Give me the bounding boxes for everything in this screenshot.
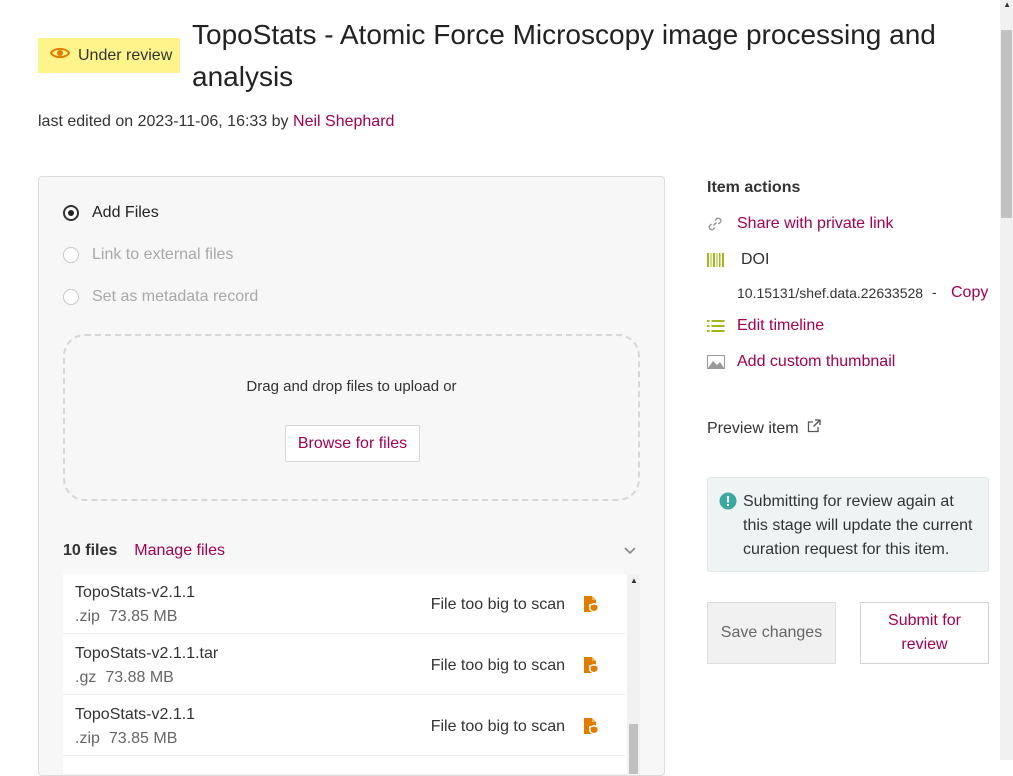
file-scan-status: File too big to scan — [430, 657, 565, 674]
status-text: Under review — [78, 46, 173, 64]
file-shield-icon — [582, 717, 600, 740]
file-size: 73.88 MB — [105, 669, 174, 686]
radio-metadata-record — [63, 289, 79, 305]
add-thumbnail-action[interactable]: Add custom thumbnail — [707, 353, 895, 371]
file-scan-status: File too big to scan — [430, 718, 565, 735]
files-header: 10 files Manage files — [63, 539, 636, 563]
option-metadata-record: Set as metadata record — [63, 288, 258, 306]
list-icon — [707, 319, 737, 333]
option-link-external: Link to external files — [63, 246, 233, 264]
barcode-icon — [707, 253, 737, 267]
file-list: TopoStats-v2.1.1 .zip 73.85 MB File too b… — [63, 574, 640, 774]
doi-value: 10.15131/shef.data.22633528 — [737, 285, 924, 301]
info-icon — [719, 492, 737, 515]
file-extension: .gz — [75, 669, 97, 686]
doi-separator: - — [932, 284, 937, 300]
eye-icon — [49, 46, 71, 65]
link-icon — [707, 216, 737, 232]
last-edited-text: last edited on 2023-11-06, 16:33 by — [38, 113, 289, 130]
add-custom-thumbnail-link[interactable]: Add custom thumbnail — [737, 353, 895, 371]
file-name: TopoStats-v2.1.1 — [75, 584, 196, 601]
file-row: TopoStats-v2.1.1.tar .gz 73.88 MB File to… — [63, 635, 625, 695]
page-scrollbar[interactable]: ▲ — [1000, 0, 1013, 760]
radio-link-external — [63, 247, 79, 263]
editor-link[interactable]: Neil Shephard — [293, 113, 394, 130]
file-list-scrollbar[interactable]: ▲ — [627, 574, 640, 774]
manage-files-link[interactable]: Manage files — [134, 542, 225, 560]
option-link-external-label: Link to external files — [92, 246, 234, 263]
file-size: 73.85 MB — [108, 608, 178, 625]
last-edited: last edited on 2023-11-06, 16:33 by Neil… — [38, 113, 394, 131]
upload-panel: Add Files Link to external files Set as … — [38, 176, 665, 776]
file-name: TopoStats-v2.1.1 — [75, 706, 196, 723]
scroll-up-arrow-icon[interactable]: ▲ — [630, 576, 638, 585]
review-notice: Submitting for review again at this stag… — [707, 477, 989, 572]
preview-item-link[interactable]: Preview item — [707, 419, 821, 438]
copy-doi-link[interactable]: Copy — [951, 284, 988, 302]
image-icon — [707, 355, 737, 369]
dropzone-text: Drag and drop files to upload or — [246, 378, 457, 395]
scrollbar-thumb[interactable] — [1001, 30, 1012, 218]
file-dropzone[interactable]: Drag and drop files to upload or Browse … — [63, 334, 640, 501]
file-meta: .zip 73.85 MB — [75, 730, 177, 748]
file-row: TopoStats-v2.1.1 .zip 73.85 MB File too b… — [63, 696, 625, 756]
option-add-files[interactable]: Add Files — [63, 204, 159, 222]
file-meta: .zip 73.85 MB — [75, 608, 177, 626]
file-shield-icon — [582, 595, 600, 618]
file-scan-status: File too big to scan — [430, 596, 565, 613]
save-changes-button[interactable]: Save changes — [707, 602, 836, 664]
doi-label: DOI — [741, 251, 770, 268]
browse-files-button[interactable]: Browse for files — [285, 425, 420, 462]
file-row: TopoStats-v2.1.1 .zip 73.85 MB File too b… — [63, 574, 625, 634]
notice-text: Submitting for review again at this stag… — [743, 493, 973, 558]
share-private-link-action[interactable]: Share with private link — [707, 215, 894, 233]
file-extension: .zip — [75, 608, 100, 625]
option-metadata-record-label: Set as metadata record — [92, 288, 259, 305]
preview-item-label: Preview item — [707, 419, 799, 437]
page-title: TopoStats - Atomic Force Microscopy imag… — [192, 19, 936, 92]
submit-for-review-button[interactable]: Submit for review — [860, 602, 989, 664]
chevron-down-icon[interactable] — [624, 542, 636, 560]
share-private-link[interactable]: Share with private link — [737, 215, 894, 233]
file-meta: .gz 73.88 MB — [75, 669, 174, 687]
status-badge: Under review — [38, 38, 180, 73]
doi-row: DOI — [707, 251, 769, 269]
external-link-icon — [807, 419, 821, 438]
option-add-files-label: Add Files — [92, 204, 159, 221]
file-extension: .zip — [75, 730, 100, 747]
scroll-up-arrow-icon[interactable]: ▲ — [1003, 0, 1011, 9]
edit-timeline-link[interactable]: Edit timeline — [737, 317, 824, 335]
edit-timeline-action[interactable]: Edit timeline — [707, 317, 824, 335]
file-name: TopoStats-v2.1.1.tar — [75, 645, 219, 662]
file-size: 73.85 MB — [108, 730, 178, 747]
file-list-scrollbar-thumb[interactable] — [629, 724, 638, 774]
item-actions-heading: Item actions — [707, 179, 801, 196]
radio-add-files[interactable] — [63, 205, 79, 221]
file-shield-icon — [582, 656, 600, 679]
files-count: 10 files — [63, 542, 118, 559]
